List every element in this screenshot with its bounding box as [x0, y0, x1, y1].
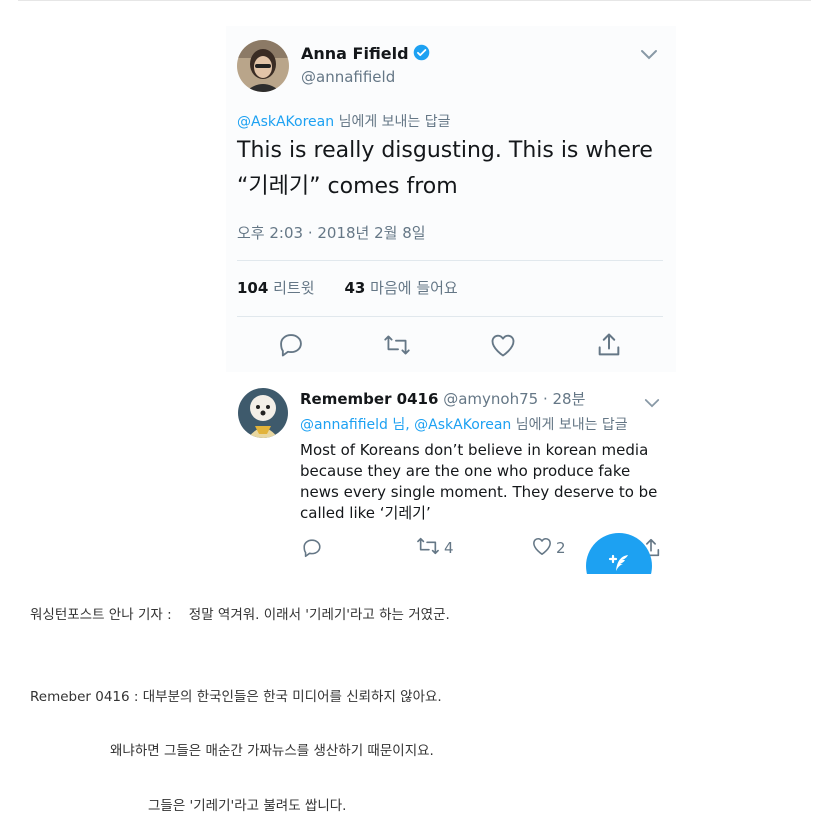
author-name[interactable]: Anna Fifield — [301, 44, 430, 65]
reply-handle-time: @amynoh75 · 28분 — [443, 390, 586, 408]
tweet-stats: 104 리트윗 43 마음에 들어요 — [237, 277, 488, 298]
like-count: 43 — [344, 279, 366, 297]
caption-translation-anna: 워싱턴포스트 안나 기자 : 정말 역겨워. 이래서 '기레기'라고 하는 거였… — [30, 607, 450, 623]
retweet-icon — [415, 535, 441, 561]
share-icon[interactable] — [594, 330, 624, 360]
reply-author[interactable]: Remember 0416 @amynoh75 · 28분 — [300, 388, 585, 409]
caption-translation-reply-1: Remeber 0416 : 대부분의 한국인들은 한국 미디어를 신뢰하지 않… — [30, 689, 442, 705]
reply-like-button[interactable]: 2 — [528, 536, 566, 560]
retweet-label: 리트윗 — [273, 279, 315, 297]
reply-context-suffix: 님에게 보내는 답글 — [334, 114, 451, 130]
tweet-timestamp[interactable]: 오후 2:03 · 2018년 2월 8일 — [237, 222, 426, 243]
heart-icon — [531, 536, 553, 560]
reply-like-count: 2 — [556, 539, 566, 557]
tweet-text: This is really disgusting. This is where… — [237, 138, 653, 199]
reply-retweet-count: 4 — [444, 539, 454, 557]
caption-translation-reply-2: 왜냐하면 그들은 매순간 가짜뉴스를 생산하기 때문이지요. — [110, 743, 434, 759]
reply-context: @annafifield 님, @AskAKorean 님에게 보내는 답글 — [300, 414, 628, 434]
heart-icon[interactable] — [488, 330, 518, 360]
reply-text: Most of Koreans don’t believe in korean … — [300, 441, 658, 522]
reply-mention-link[interactable]: @AskAKorean — [237, 114, 334, 130]
compose-tweet-icon — [605, 550, 633, 574]
like-stat[interactable]: 43 마음에 들어요 — [345, 277, 458, 298]
reply-author-name[interactable]: Remember 0416 — [300, 390, 438, 408]
author-name-text[interactable]: Anna Fifield — [301, 44, 409, 63]
top-divider — [18, 0, 811, 1]
like-label: 마음에 들어요 — [370, 279, 458, 297]
reply-icon[interactable] — [301, 536, 323, 560]
divider — [237, 316, 663, 317]
chevron-down-icon[interactable] — [640, 46, 658, 65]
reply-author-avatar[interactable] — [238, 388, 288, 438]
reply-context: @AskAKorean 님에게 보내는 답글 — [237, 111, 451, 131]
chevron-down-icon[interactable] — [644, 394, 660, 413]
caption-translation-reply-3: 그들은 '기레기'라고 불려도 쌉니다. — [148, 798, 347, 814]
reply-context-suffix: 님에게 보내는 답글 — [511, 417, 628, 433]
reply-icon[interactable] — [276, 330, 306, 360]
reply-retweet-button[interactable]: 4 — [412, 536, 454, 560]
author-avatar[interactable] — [237, 40, 289, 92]
verified-badge-icon — [413, 44, 430, 65]
divider — [237, 260, 663, 261]
reply-mentions[interactable]: @annafifield 님, @AskAKorean — [300, 417, 511, 433]
retweet-stat[interactable]: 104 리트윗 — [237, 277, 315, 298]
retweet-count: 104 — [237, 279, 269, 297]
retweet-icon[interactable] — [382, 330, 412, 360]
tweet-screenshot: Anna Fifield @annafifield @AskAKorean 님에… — [226, 26, 676, 574]
author-handle[interactable]: @annafifield — [301, 68, 395, 86]
